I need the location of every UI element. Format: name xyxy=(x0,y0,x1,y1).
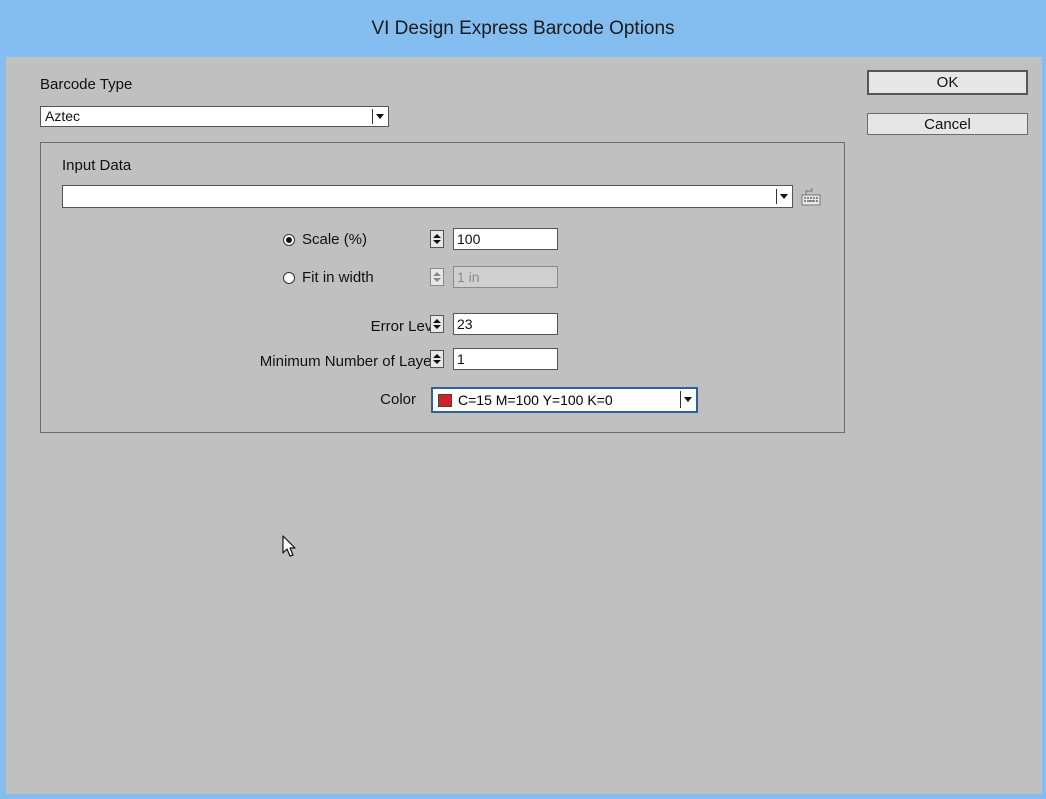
color-label: Color xyxy=(380,391,416,408)
fit-in-width-radio[interactable] xyxy=(283,272,295,284)
color-dropdown[interactable]: C=15 M=100 Y=100 K=0 xyxy=(431,387,698,413)
color-swatch xyxy=(438,394,452,407)
color-value: C=15 M=100 Y=100 K=0 xyxy=(458,392,613,408)
error-level-input[interactable]: 23 xyxy=(453,313,558,335)
input-data-label: Input Data xyxy=(62,157,132,174)
scale-label: Scale (%) xyxy=(302,231,368,248)
min-layers-label: Minimum Number of Layers xyxy=(259,353,444,370)
cancel-button[interactable]: Cancel xyxy=(867,113,1028,135)
barcode-type-dropdown[interactable]: Aztec xyxy=(40,106,389,127)
error-level-stepper[interactable] xyxy=(430,315,444,333)
chevron-down-icon[interactable] xyxy=(372,109,386,124)
dialog-window: VI Design Express Barcode Options Barcod… xyxy=(0,0,1046,799)
chevron-down-icon[interactable] xyxy=(680,391,694,408)
barcode-type-label: Barcode Type xyxy=(40,76,133,93)
min-layers-stepper[interactable] xyxy=(430,350,444,368)
chevron-down-icon[interactable] xyxy=(776,189,790,204)
min-layers-input[interactable]: 1 xyxy=(453,348,558,370)
scale-radio[interactable] xyxy=(283,234,295,246)
barcode-type-value: Aztec xyxy=(45,108,81,124)
scale-stepper[interactable] xyxy=(430,230,444,248)
fit-in-width-input: 1 in xyxy=(453,266,558,288)
input-data-combobox[interactable] xyxy=(62,185,793,208)
fit-in-width-label: Fit in width xyxy=(302,269,374,286)
keyboard-icon[interactable] xyxy=(800,187,822,212)
ok-button[interactable]: OK xyxy=(867,70,1028,95)
window-title: VI Design Express Barcode Options xyxy=(371,17,675,39)
mouse-cursor-icon xyxy=(282,535,298,564)
fit-in-width-stepper xyxy=(430,268,444,286)
dialog-body: Barcode Type Aztec OK Cancel Input Data xyxy=(6,57,1042,794)
scale-input[interactable]: 100 xyxy=(453,228,558,250)
